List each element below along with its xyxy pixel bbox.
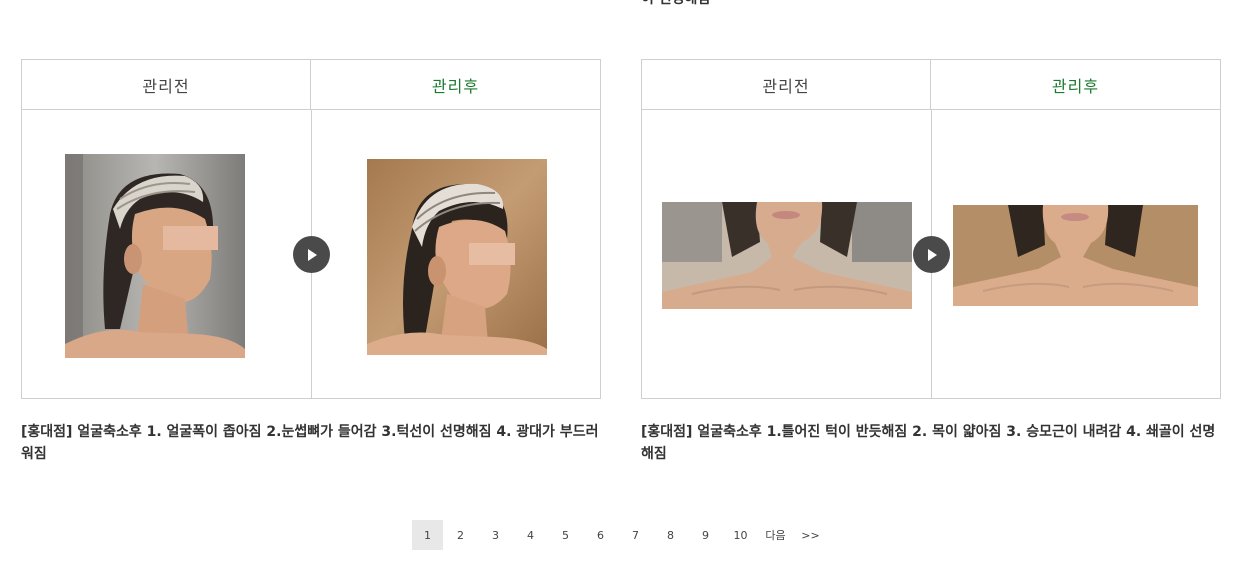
before-label: 관리전 xyxy=(642,60,931,110)
next-page-link[interactable]: 다음 xyxy=(758,520,793,550)
page-7[interactable]: 7 xyxy=(618,520,653,550)
case-caption[interactable]: [홍대점] 얼굴축소후 1.틀어진 턱이 반듯해짐 2. 목이 얇아짐 3. 승… xyxy=(641,421,1221,465)
compare-arrow-button[interactable] xyxy=(293,236,330,273)
page-4[interactable]: 4 xyxy=(513,520,548,550)
before-label: 관리전 xyxy=(22,60,311,110)
page-9[interactable]: 9 xyxy=(688,520,723,550)
page-3[interactable]: 3 xyxy=(478,520,513,550)
comparison-table: 관리전 관리후 xyxy=(21,59,601,399)
last-page-link[interactable]: >> xyxy=(793,520,828,550)
before-photo[interactable] xyxy=(662,202,912,309)
previous-caption-fragment: 이 선명해짐 xyxy=(641,0,710,8)
page-8[interactable]: 8 xyxy=(653,520,688,550)
before-after-card-1: 관리전 관리후 [홍대점] 얼굴축소후 1. 얼굴폭이 좁아짐 2.눈썹뼈가 들… xyxy=(21,59,601,462)
before-photo[interactable] xyxy=(65,154,245,358)
case-caption[interactable]: [홍대점] 얼굴축소후 1. 얼굴폭이 좁아짐 2.눈썹뼈가 들어감 3.턱선이… xyxy=(21,421,601,465)
after-label: 관리후 xyxy=(931,60,1220,110)
page-6[interactable]: 6 xyxy=(583,520,618,550)
page-5[interactable]: 5 xyxy=(548,520,583,550)
play-arrow-icon xyxy=(307,248,317,261)
page-10[interactable]: 10 xyxy=(723,520,758,550)
after-photo[interactable] xyxy=(953,205,1198,306)
compare-arrow-button[interactable] xyxy=(913,236,950,273)
page-1[interactable]: 1 xyxy=(412,520,443,550)
play-arrow-icon xyxy=(927,248,937,261)
after-label: 관리후 xyxy=(311,60,600,110)
comparison-table: 관리전 관리후 xyxy=(641,59,1221,399)
pagination: 1 2 3 4 5 6 7 8 9 10 다음 >> xyxy=(412,520,828,550)
page-2[interactable]: 2 xyxy=(443,520,478,550)
before-after-card-2: 관리전 관리후 [홍대점] 얼굴축소후 1.틀어진 턱이 반듯해짐 2. 목이 … xyxy=(641,59,1221,462)
after-photo[interactable] xyxy=(367,159,547,355)
